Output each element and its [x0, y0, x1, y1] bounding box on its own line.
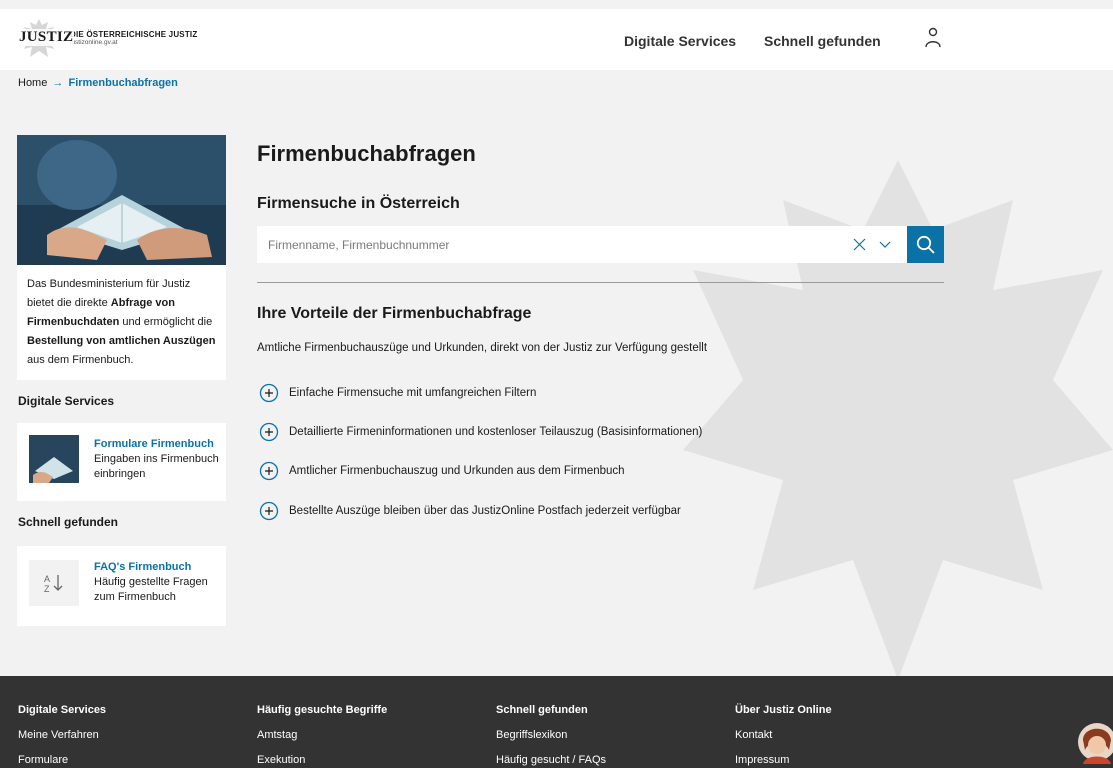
card-faq-firmenbuch[interactable]: A Z FAQ's Firmenbuch Häufig gestellte Fr…	[17, 546, 226, 626]
page-title: Firmenbuchabfragen	[257, 141, 476, 166]
plus-circle-icon	[259, 422, 279, 442]
footer-heading: Schnell gefunden	[496, 704, 588, 716]
book-photo	[17, 135, 226, 265]
footer-heading: Digitale Services	[18, 704, 107, 716]
nav-digitale-services[interactable]: Digitale Services	[624, 33, 736, 49]
feature-text: Bestellte Auszüge bleiben über das Justi…	[289, 505, 681, 517]
footer-col-about: Über Justiz Online Kontakt Impressum	[735, 704, 832, 768]
footer-link[interactable]: Formulare	[18, 754, 106, 766]
feature-item: Bestellte Auszüge bleiben über das Justi…	[259, 501, 681, 521]
footer-link[interactable]: Impressum	[735, 754, 832, 766]
chevron-down-icon[interactable]	[879, 240, 891, 249]
footer-col-digital: Digitale Services Meine Verfahren Formul…	[18, 704, 106, 768]
advantages-subtitle: Amtliche Firmenbuchauszüge und Urkunden,…	[257, 342, 708, 354]
feature-text: Detaillierte Firmeninformationen und kos…	[289, 426, 703, 438]
plus-circle-icon	[259, 461, 279, 481]
footer-link[interactable]: Amtstag	[257, 729, 387, 741]
footer-col-quick: Schnell gefunden Begriffslexikon Häufig …	[496, 704, 606, 768]
plus-circle-icon	[259, 383, 279, 403]
footer-heading: Häufig gesuchte Begriffe	[257, 704, 388, 716]
card-title[interactable]: Formulare Firmenbuch	[94, 437, 219, 452]
logo-url: justizonline.gv.at	[70, 39, 118, 47]
footer-link[interactable]: Kontakt	[735, 729, 832, 741]
nav-schnell-gefunden[interactable]: Schnell gefunden	[764, 33, 881, 49]
footer-link[interactable]: Begriffslexikon	[496, 729, 606, 741]
footer-heading: Über Justiz Online	[735, 704, 832, 716]
footer-col-terms: Häufig gesuchte Begriffe Amtstag Exekuti…	[257, 704, 387, 768]
svg-text:Z: Z	[44, 584, 50, 593]
card-title[interactable]: FAQ's Firmenbuch	[94, 560, 219, 575]
emblem-watermark-icon	[683, 160, 1113, 680]
feature-item: Amtlicher Firmenbuchauszug und Urkunden …	[259, 461, 625, 481]
intro-card: Das Bundesministerium für Justiz bietet …	[17, 135, 226, 380]
search-input[interactable]	[257, 226, 837, 263]
advantages-heading: Ihre Vorteile der Firmenbuchabfrage	[257, 305, 532, 322]
book-thumbnail	[29, 435, 79, 483]
breadcrumb: Home → Firmenbuchabfragen	[18, 77, 178, 89]
close-icon[interactable]	[853, 238, 866, 251]
feature-item: Einfache Firmensuche mit umfangreichen F…	[259, 383, 536, 403]
plus-circle-icon	[259, 501, 279, 521]
sort-az-icon: A Z	[29, 560, 79, 606]
svg-text:A: A	[44, 574, 50, 584]
site-header: JUSTIZ DIE ÖSTERREICHISCHE JUSTIZ justiz…	[0, 0, 1113, 70]
footer-link[interactable]: Häufig gesucht / FAQs	[496, 754, 606, 766]
chat-assistant-avatar-icon[interactable]	[1075, 720, 1113, 764]
sidebar-heading-digital: Digitale Services	[18, 394, 115, 408]
user-icon[interactable]	[924, 27, 942, 49]
logo-word: JUSTIZ	[18, 29, 75, 46]
sidebar-heading-quick: Schnell gefunden	[18, 515, 119, 529]
card-text: Häufig gestellte Fragen zum Firmenbuch	[94, 576, 208, 603]
feature-item: Detaillierte Firmeninformationen und kos…	[259, 422, 702, 442]
footer-link[interactable]: Exekution	[257, 754, 387, 766]
search-box	[257, 226, 907, 263]
search-button[interactable]	[907, 226, 944, 263]
search-icon	[916, 235, 935, 254]
breadcrumb-home[interactable]: Home	[18, 77, 47, 89]
logo-title: DIE ÖSTERREICHISCHE JUSTIZ	[70, 30, 198, 40]
divider	[257, 282, 944, 283]
eagle-logo-icon: JUSTIZ	[16, 17, 75, 61]
site-footer: Digitale Services Meine Verfahren Formul…	[0, 676, 1113, 768]
feature-text: Einfache Firmensuche mit umfangreichen F…	[289, 387, 537, 399]
search-heading: Firmensuche in Österreich	[257, 195, 460, 212]
card-formulare-firmenbuch[interactable]: Formulare Firmenbuch Eingaben ins Firmen…	[17, 423, 226, 501]
feature-text: Amtlicher Firmenbuchauszug und Urkunden …	[289, 465, 625, 477]
intro-text: Das Bundesministerium für Justiz bietet …	[27, 278, 216, 366]
breadcrumb-current[interactable]: Firmenbuchabfragen	[68, 77, 177, 89]
arrow-right-icon: →	[52, 77, 64, 89]
card-text: Eingaben ins Firmenbuch einbringen	[94, 453, 219, 480]
justiz-logo[interactable]: JUSTIZ DIE ÖSTERREICHISCHE JUSTIZ justiz…	[16, 17, 197, 61]
footer-link[interactable]: Meine Verfahren	[18, 729, 106, 741]
